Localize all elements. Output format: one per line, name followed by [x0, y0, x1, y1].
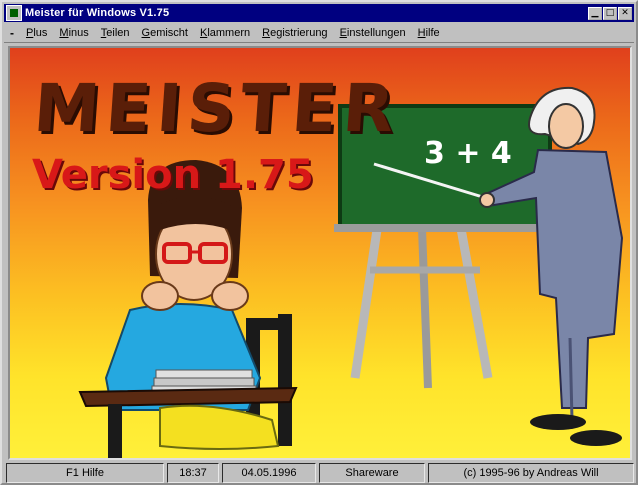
- book-1: [155, 369, 253, 379]
- teacher-shoe-left: [530, 414, 586, 430]
- menu-klammern[interactable]: Klammern: [194, 27, 256, 39]
- menu-registrierung[interactable]: Registrierung: [256, 27, 333, 39]
- easel-leg-right: [455, 222, 493, 379]
- easel-leg-left: [350, 222, 383, 379]
- status-time: 18:37: [167, 463, 219, 483]
- student-hand-right: [211, 281, 249, 311]
- chair-back-rail: [246, 318, 292, 330]
- teacher-leg-line: [568, 337, 574, 421]
- chalk-ledge: [334, 224, 556, 232]
- maximize-icon[interactable]: □: [603, 6, 617, 20]
- menu-plus[interactable]: Plus: [20, 27, 53, 39]
- system-menu-button[interactable]: -: [4, 26, 20, 40]
- status-help: F1 Hilfe: [6, 463, 164, 483]
- chalkboard-expression: 3 + 4: [424, 136, 512, 171]
- minimize-icon[interactable]: ▁: [588, 6, 602, 20]
- menu-bar: - Plus Minus Teilen Gemischt Klammern Re…: [4, 23, 634, 43]
- splash-canvas: MEISTER Version 1.75 3 + 4: [8, 46, 632, 460]
- desk-top: [78, 386, 298, 408]
- chair-front-post: [278, 314, 292, 446]
- teacher-suit: [484, 148, 624, 409]
- window-title: Meister für Windows V1.75: [25, 7, 170, 19]
- menu-gemischt[interactable]: Gemischt: [136, 27, 194, 39]
- menu-minus[interactable]: Minus: [53, 27, 94, 39]
- student-hand-left: [141, 281, 179, 311]
- menu-einstellungen[interactable]: Einstellungen: [334, 27, 412, 39]
- meister-app-icon[interactable]: [6, 5, 22, 21]
- teacher-shoe-right: [570, 430, 622, 446]
- splash-title: MEISTER: [31, 70, 403, 147]
- teacher-hand: [479, 192, 495, 208]
- window-controls: ▁ □ ✕: [588, 6, 632, 20]
- status-bar: F1 Hilfe 18:37 04.05.1996 Shareware (c) …: [6, 463, 634, 483]
- status-date: 04.05.1996: [222, 463, 316, 483]
- status-copyright: (c) 1995-96 by Andreas Will: [428, 463, 634, 483]
- book-2: [153, 377, 255, 387]
- student-pants: [159, 404, 280, 450]
- menu-hilfe[interactable]: Hilfe: [412, 27, 446, 39]
- main-window: Meister für Windows V1.75 ▁ □ ✕ - Plus M…: [0, 0, 638, 485]
- title-bar[interactable]: Meister für Windows V1.75 ▁ □ ✕: [4, 4, 634, 22]
- student-figure: [78, 160, 298, 458]
- splash-version: Version 1.75: [32, 152, 314, 198]
- menu-teilen[interactable]: Teilen: [95, 27, 136, 39]
- teacher-face: [548, 103, 584, 149]
- close-icon[interactable]: ✕: [618, 6, 632, 20]
- desk-leg-left: [108, 404, 122, 458]
- status-license: Shareware: [319, 463, 425, 483]
- easel-leg-back: [418, 227, 432, 389]
